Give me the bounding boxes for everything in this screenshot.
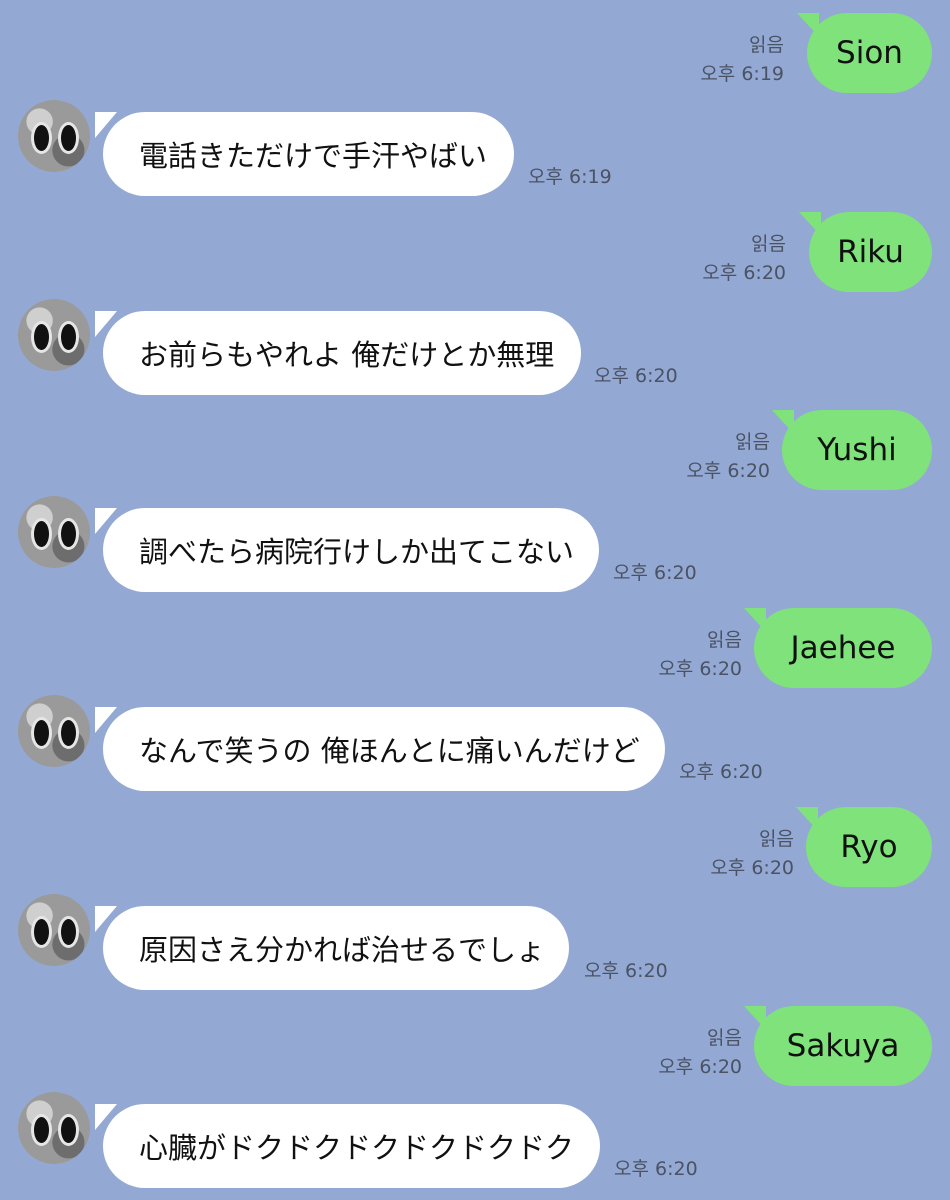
message-text: 調べたら病院行けしか出てこない — [139, 535, 575, 569]
avatar-eye-icon — [58, 717, 79, 749]
avatar[interactable] — [18, 496, 90, 568]
message-time: 오후 6:20 — [658, 658, 742, 680]
avatar[interactable] — [18, 1092, 90, 1164]
avatar[interactable] — [18, 894, 90, 966]
avatar-eye-icon — [58, 916, 79, 948]
message-time: 오후 6:20 — [679, 761, 763, 783]
avatar-eye-icon — [31, 1114, 52, 1146]
read-receipt: 읽음 — [759, 828, 794, 850]
message-text: Ryo — [840, 829, 898, 865]
message-text: Yushi — [817, 432, 897, 468]
avatar-eye-icon — [31, 321, 52, 353]
message-meta: 읽음 오후 6:19 — [700, 31, 784, 89]
avatar[interactable] — [18, 100, 90, 172]
message-bubble[interactable]: なんで笑うの 俺ほんとに痛いんだけど — [95, 707, 665, 791]
avatar-eye-icon — [58, 122, 79, 154]
message-text: なんで笑うの 俺ほんとに痛いんだけど — [139, 734, 640, 768]
message-bubble[interactable]: 調べたら病院行けしか出てこない — [95, 508, 599, 592]
message-text: Sakuya — [786, 1028, 900, 1064]
message-bubble[interactable]: 原因さえ分かれば治せるでしょ — [95, 906, 569, 990]
message-time: 오후 6:20 — [613, 562, 697, 584]
message-text: 電話きただけで手汗やばい — [139, 139, 488, 173]
message-time: 오후 6:19 — [700, 63, 784, 85]
message-time: 오후 6:20 — [614, 1158, 698, 1180]
message-text: お前らもやれよ 俺だけとか無理 — [139, 338, 555, 372]
message-time: 오후 6:20 — [584, 960, 668, 982]
message-text: Sion — [836, 35, 903, 71]
message-bubble[interactable]: 電話きただけで手汗やばい — [95, 112, 514, 196]
read-receipt: 읽음 — [707, 1027, 742, 1049]
avatar[interactable] — [18, 695, 90, 767]
message-time: 오후 6:19 — [528, 166, 612, 188]
avatar-eye-icon — [31, 122, 52, 154]
avatar-eye-icon — [31, 717, 52, 749]
message-time: 오후 6:20 — [686, 460, 770, 482]
message-text: 原因さえ分かれば治せるでしょ — [139, 933, 546, 967]
read-receipt: 읽음 — [707, 629, 742, 651]
avatar-eye-icon — [31, 518, 52, 550]
message-time: 오후 6:20 — [702, 262, 786, 284]
message-meta: 읽음 오후 6:20 — [710, 825, 794, 883]
message-text: 心臓がドクドクドクドクドクドク — [139, 1131, 575, 1165]
message-bubble[interactable]: 心臓がドクドクドクドクドクドク — [95, 1104, 600, 1188]
message-meta: 읽음 오후 6:20 — [658, 626, 742, 684]
message-time: 오후 6:20 — [658, 1056, 742, 1078]
message-text: Riku — [837, 234, 904, 270]
avatar-eye-icon — [58, 518, 79, 550]
message-bubble[interactable]: Sion — [797, 13, 932, 93]
message-bubble[interactable]: Yushi — [772, 410, 932, 490]
message-time: 오후 6:20 — [594, 365, 678, 387]
message-bubble[interactable]: お前らもやれよ 俺だけとか無理 — [95, 311, 581, 395]
avatar-eye-icon — [58, 321, 79, 353]
message-time: 오후 6:20 — [710, 857, 794, 879]
message-text: Jaehee — [790, 630, 896, 666]
message-bubble[interactable]: Ryo — [796, 807, 932, 887]
avatar[interactable] — [18, 299, 90, 371]
message-bubble[interactable]: Jaehee — [744, 608, 932, 688]
avatar-eye-icon — [31, 916, 52, 948]
avatar-eye-icon — [58, 1114, 79, 1146]
read-receipt: 읽음 — [749, 34, 784, 56]
message-meta: 읽음 오후 6:20 — [702, 230, 786, 288]
read-receipt: 읽음 — [751, 233, 786, 255]
message-bubble[interactable]: Sakuya — [744, 1006, 932, 1086]
read-receipt: 읽음 — [735, 431, 770, 453]
message-bubble[interactable]: Riku — [799, 212, 932, 292]
message-meta: 읽음 오후 6:20 — [686, 428, 770, 486]
message-meta: 읽음 오후 6:20 — [658, 1024, 742, 1082]
